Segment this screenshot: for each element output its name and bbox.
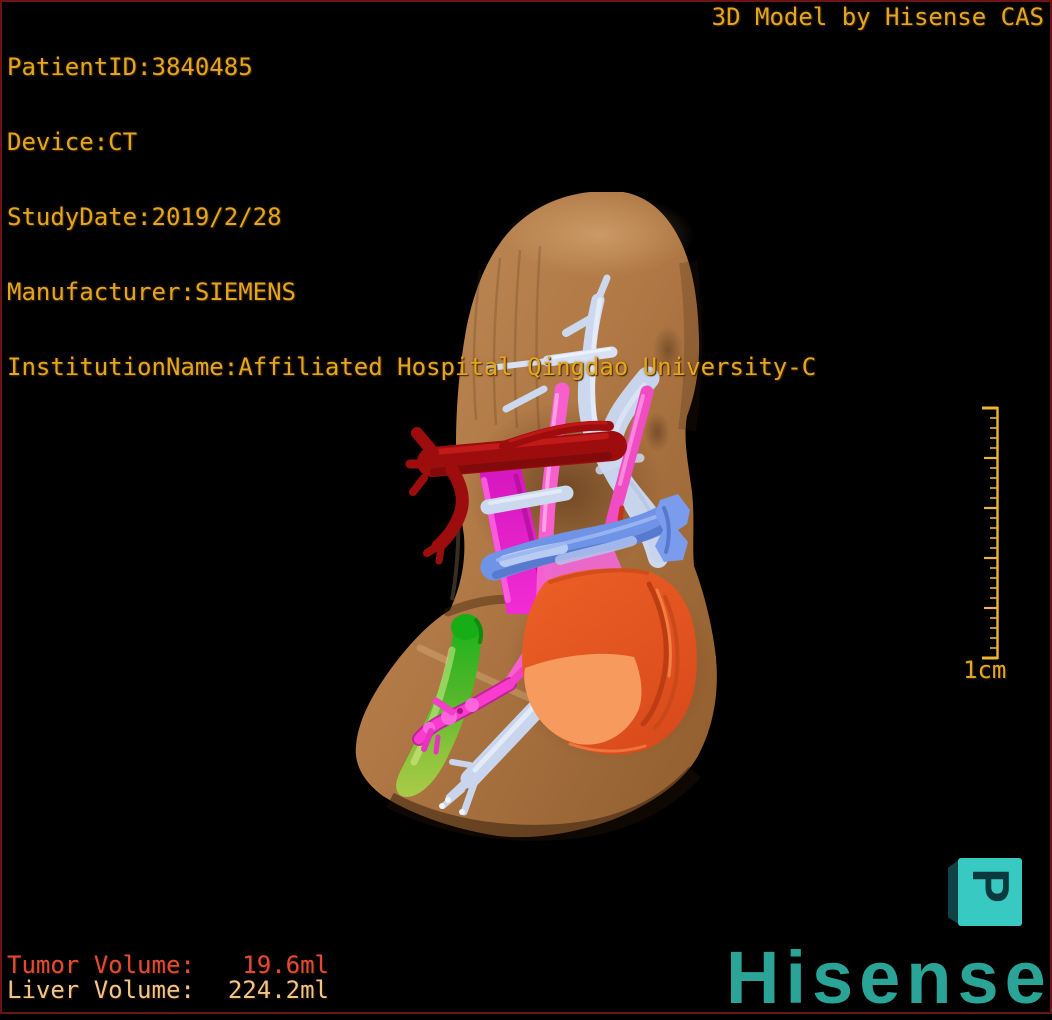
- orientation-cube[interactable]: P: [948, 856, 1024, 930]
- patient-id-line: PatientID:3840485: [7, 53, 253, 81]
- scale-bar-label: 1cm: [963, 656, 1007, 684]
- view-title: 3D Model by Hisense CAS: [711, 3, 1044, 31]
- liver-volume-value: 224.2ml: [227, 976, 329, 1004]
- manufacturer-line: Manufacturer:SIEMENS: [7, 278, 296, 306]
- hisense-logo: Hisense: [726, 936, 1052, 1019]
- liver-volume-label: Liver Volume:: [7, 976, 195, 1004]
- device-line: Device:CT: [7, 128, 138, 156]
- tumor-volume-value: 19.6ml: [242, 951, 329, 979]
- volume-stats: Tumor Volume: 19.6ml Liver Volume: 224.2…: [7, 953, 329, 1003]
- patient-info-overlay: PatientID:3840485 Device:CT StudyDate:20…: [7, 5, 816, 430]
- tumor-volume-label: Tumor Volume:: [7, 951, 195, 979]
- study-date-line: StudyDate:2019/2/28: [7, 203, 282, 231]
- liver-volume-row: Liver Volume: 224.2ml: [7, 978, 329, 1003]
- cube-front-face: P: [958, 858, 1022, 926]
- orientation-letter: P: [961, 868, 1019, 903]
- tumor-volume-row: Tumor Volume: 19.6ml: [7, 953, 329, 978]
- 3d-viewport[interactable]: PatientID:3840485 Device:CT StudyDate:20…: [0, 0, 1052, 1020]
- tumor: [522, 568, 697, 755]
- institution-line: InstitutionName:Affiliated Hospital Qing…: [7, 353, 817, 381]
